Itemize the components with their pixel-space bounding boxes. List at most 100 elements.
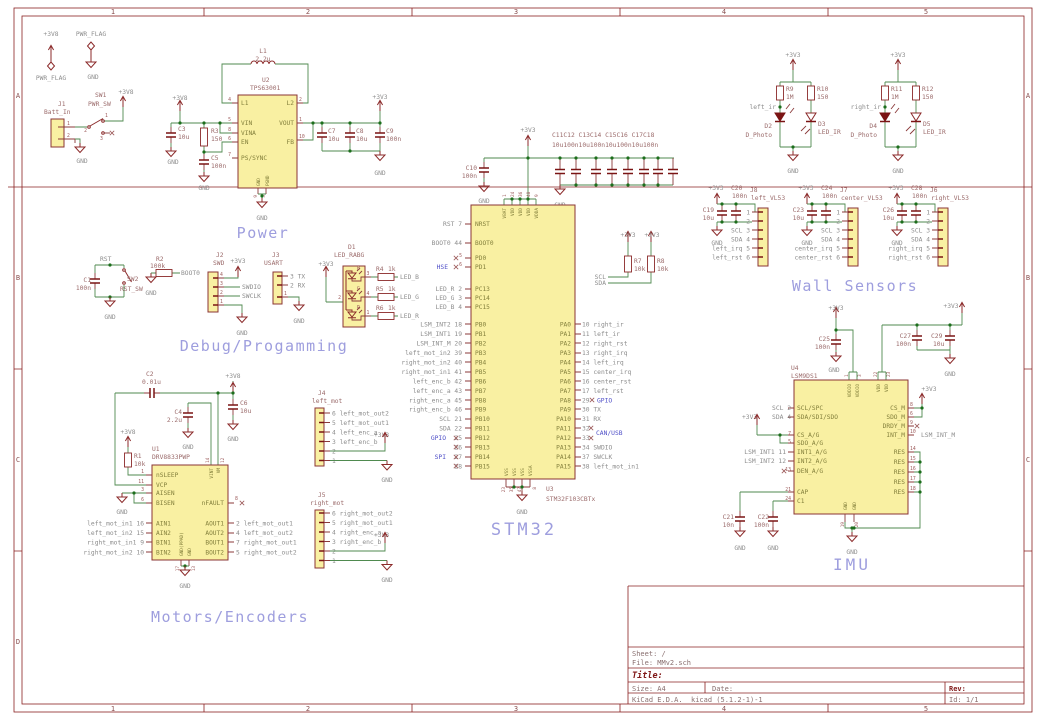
value-c23: 10u [793, 215, 805, 222]
value-r8: 10k [657, 266, 669, 273]
value-c10: 100n [462, 173, 477, 180]
ref-r7: R7 [634, 258, 642, 265]
ref-c28: C28 [911, 185, 923, 192]
value-c7: 10u [328, 136, 340, 143]
u2-pin-vin: VIN [241, 120, 252, 127]
net-3v8-label: +3V8 [118, 89, 133, 96]
u4-den-ag: DEN_A/G [797, 468, 823, 475]
u4-sdo-ag: SDO_A/G [797, 440, 823, 447]
value-c8: 10u [356, 136, 368, 143]
ref-c20: C20 [731, 185, 743, 192]
u2-pin-vout: VOUT [279, 120, 294, 127]
ref-j6: J6 [930, 187, 938, 194]
u4-int-m: INT_M [886, 432, 905, 439]
label-sda4: SDA 4 [772, 414, 791, 421]
ref-c22: C22 [758, 514, 770, 521]
section-title-debug: Debug/Progamming [180, 337, 349, 355]
net-spi-label: SPI [435, 454, 447, 461]
net-swclk-label: SWCLK [242, 293, 261, 300]
ref-l1: L1 [259, 48, 267, 55]
u4-pin7-num: 7 [788, 431, 791, 437]
net-3v3-label: +3V3 [921, 386, 936, 393]
d1-pin1: 1 [367, 310, 370, 316]
u4-pin5-num: 5 [788, 439, 791, 445]
j2-pin3: 3 [220, 281, 223, 287]
schematic-canvas: 1 2 3 4 5 1 2 3 4 5 A B C D A B C Sheet:… [0, 0, 1046, 720]
ref-r9: R9 [786, 86, 794, 93]
ref-j7: J7 [840, 187, 848, 194]
ref-j1: J1 [58, 101, 66, 108]
u1-pin14: 14 [205, 457, 211, 463]
u1-vint: VINT [209, 468, 215, 479]
gnd-label: GND [374, 170, 386, 177]
value-c1: 100n [76, 285, 91, 292]
value-c21: 10n [723, 522, 735, 529]
pin48-num: 48 [526, 191, 532, 197]
value-c9: 100n [386, 136, 401, 143]
gnd-label: GND [944, 371, 956, 378]
net-3v3-label: +3V3 [230, 258, 245, 265]
net-3v3-label: +3V3 [890, 52, 905, 59]
ir-sensor-right: +3V3 R11 1M R12 150 right_ir D4 D_Photo … [850, 52, 946, 175]
u4-sdo-m: SDO_M [886, 414, 905, 421]
pin-vdda: VDDA [534, 208, 540, 219]
ref-r11: R11 [891, 86, 903, 93]
ref-j2: J2 [216, 252, 224, 259]
value-j8: left_VL53 [751, 195, 785, 202]
ref-d4: D4 [869, 123, 877, 130]
value-u2: TPS63001 [250, 85, 281, 92]
net-3v3-label: +3V3 [620, 232, 635, 239]
section-title-power: Power [237, 224, 290, 242]
u4-pin22-num: 22 [873, 371, 879, 377]
frame-col-5b: 5 [924, 705, 928, 713]
ref-c10: C10 [466, 165, 478, 172]
u4-vdd2: VDD [884, 384, 890, 392]
ref-r3: R3 [211, 128, 219, 135]
u2-pin10: 10 [299, 134, 305, 140]
pin-vbat: VBAT [502, 208, 508, 219]
gnd-label: GND [236, 330, 248, 337]
d1-led-b: B [357, 266, 360, 272]
connector-j7-center-vl53: +3V3 C23 10u C24 100n GND J7 center_VL53… [793, 185, 883, 266]
gnd-label: GND [256, 215, 268, 222]
value-d2: D_Photo [745, 132, 772, 139]
j1-pin1: 1 [67, 121, 70, 127]
value-c3: 10u [178, 134, 190, 141]
ref-r10: R10 [817, 86, 829, 93]
value-l1: 2.2u [255, 56, 270, 63]
u1-pin3: 3 [141, 487, 144, 493]
u1-pin13: 13 [191, 566, 197, 572]
value-r3: 150 [211, 136, 223, 143]
ic-u2-tps63001: U2 TPS63001 4 5 8 6 7 L1 VIN VINA EN PS/… [222, 48, 308, 222]
ref-c5: C5 [211, 155, 219, 162]
ref-sw1: SW1 [95, 92, 107, 99]
tb-date: Date: [712, 685, 733, 693]
ref-u1: U1 [152, 446, 160, 453]
gnd-label: GND [787, 168, 799, 175]
pwr-flag-gnd: PWR_FLAG GND [76, 31, 107, 81]
u1-out-labels: 2 left_mot_out14 left_mot_out27 right_mo… [236, 520, 297, 556]
u4-pin9-num: 9 [910, 420, 913, 426]
value-c5: 100n [211, 163, 226, 170]
label-scl2: SCL 2 [772, 405, 791, 412]
value-r7: 10k [634, 266, 646, 273]
pwr-flag-3v8: +3V8 PWR_FLAG [36, 31, 67, 82]
title-block: Sheet: / File: MMv2.sch Title: Size: A4 … [628, 586, 1024, 704]
u2-pin9: 9 [253, 195, 259, 198]
pin-vssa: VSSA [528, 465, 534, 476]
ref-r2: R2 [156, 256, 164, 263]
ref-c21: C21 [723, 514, 735, 521]
ref-c6: C6 [240, 400, 248, 407]
u4-vdd1: VDD [876, 384, 882, 392]
regulator-input-network: +3V8 GND C3 10u R3 150 GND C5 100n [166, 95, 232, 192]
value-r5: 1k [388, 286, 396, 293]
u1-nfault: nFAULT [202, 500, 225, 507]
connector-j5-right-motor: J5 right_mot 6 right_mot_out25 right_mot… [310, 492, 393, 584]
section-title-wall: Wall Sensors [792, 277, 918, 295]
u4-pin10-num: 10 [910, 429, 916, 435]
u4-gnd1: GND [843, 502, 849, 510]
net-3v3-label: +3V3 [828, 305, 843, 312]
value-c22: 100n [754, 522, 769, 529]
value-c27: 100n [896, 341, 911, 348]
value-r11: 1M [891, 94, 899, 101]
